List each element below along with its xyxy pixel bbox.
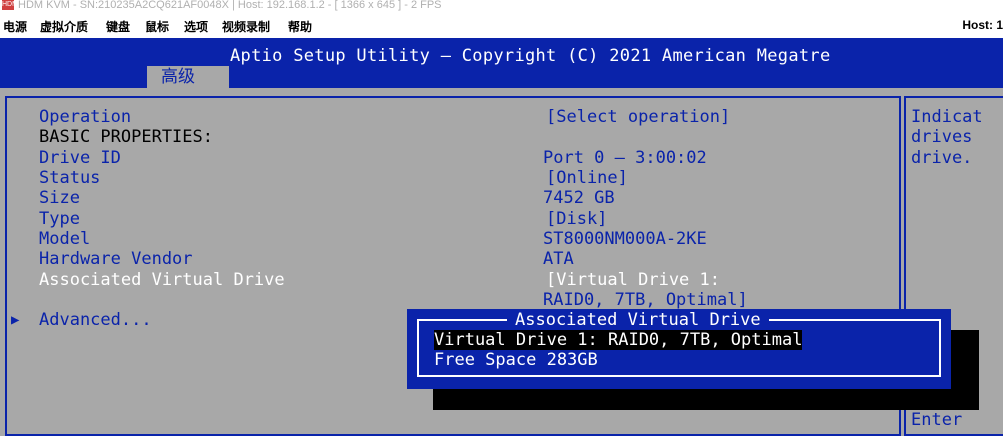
- row-advanced-submenu[interactable]: Advanced...: [39, 310, 152, 330]
- row-associated-virtual-drive-value[interactable]: [Virtual Drive 1:: [546, 270, 720, 290]
- row-model-label: Model: [39, 229, 91, 249]
- host-label: Host: 1: [962, 18, 1003, 32]
- popup-option-free-space[interactable]: Free Space 283GB: [434, 350, 598, 370]
- menu-item-help[interactable]: 帮助: [288, 18, 312, 35]
- row-hardware-vendor-value: ATA: [543, 249, 574, 269]
- window-title: HDM KVM - SN:210235A2CQ621AF0048X | Host…: [18, 0, 442, 11]
- row-size-label: Size: [39, 188, 80, 208]
- help-line-2: drives: [911, 127, 973, 147]
- menu-item-virtual-media[interactable]: 虚拟介质: [40, 18, 88, 35]
- row-drive-id-label: Drive ID: [39, 148, 121, 168]
- row-size-value: 7452 GB: [543, 188, 615, 208]
- hdm-app-icon: HDM: [2, 0, 18, 10]
- row-operation-value[interactable]: [Select operation]: [546, 107, 730, 127]
- menu-item-keyboard[interactable]: 键盘: [106, 18, 130, 35]
- row-type-value: [Disk]: [546, 209, 608, 229]
- row-hardware-vendor-label: Hardware Vendor: [39, 249, 193, 269]
- help-line-1: Indicat: [911, 107, 983, 127]
- row-status-label: Status: [39, 168, 101, 188]
- row-associated-virtual-drive-value-cont: RAID0, 7TB, Optimal]: [543, 290, 748, 310]
- menu-item-options[interactable]: 选项: [184, 18, 208, 35]
- popup-option-virtual-drive-1[interactable]: Virtual Drive 1: RAID0, 7TB, Optimal: [434, 330, 803, 350]
- help-line-3: drive.: [911, 148, 973, 168]
- row-status-value: [Online]: [546, 168, 628, 188]
- section-heading-basic-properties: BASIC PROPERTIES:: [39, 127, 213, 147]
- bios-title: Aptio Setup Utility – Copyright (C) 2021…: [230, 46, 831, 66]
- row-type-label: Type: [39, 209, 80, 229]
- menu-bar: 电源 虚拟介质 键盘 鼠标 选项 视频录制 帮助 Host: 1: [0, 14, 1003, 38]
- associated-virtual-drive-popup: Associated Virtual Drive Virtual Drive 1…: [407, 309, 951, 389]
- row-drive-id-value: Port 0 – 3:00:02: [543, 148, 707, 168]
- menu-item-mouse[interactable]: 鼠标: [145, 18, 169, 35]
- bios-header: Aptio Setup Utility – Copyright (C) 2021…: [0, 38, 1003, 88]
- row-model-value: ST8000NM000A-2KE: [543, 229, 707, 249]
- row-associated-virtual-drive-label[interactable]: Associated Virtual Drive: [39, 270, 285, 290]
- help-line-4: Enter: [911, 410, 963, 430]
- row-operation-label[interactable]: Operation: [39, 107, 131, 127]
- submenu-arrow-icon: ▶: [11, 312, 20, 328]
- menu-item-video-recording[interactable]: 视频录制: [222, 18, 270, 35]
- tab-advanced[interactable]: 高级: [147, 66, 229, 88]
- popup-title: Associated Virtual Drive: [507, 310, 769, 330]
- menu-item-power[interactable]: 电源: [3, 18, 27, 35]
- window-title-bar: HDMHDM KVM - SN:210235A2CQ621AF0048X | H…: [0, 0, 1003, 14]
